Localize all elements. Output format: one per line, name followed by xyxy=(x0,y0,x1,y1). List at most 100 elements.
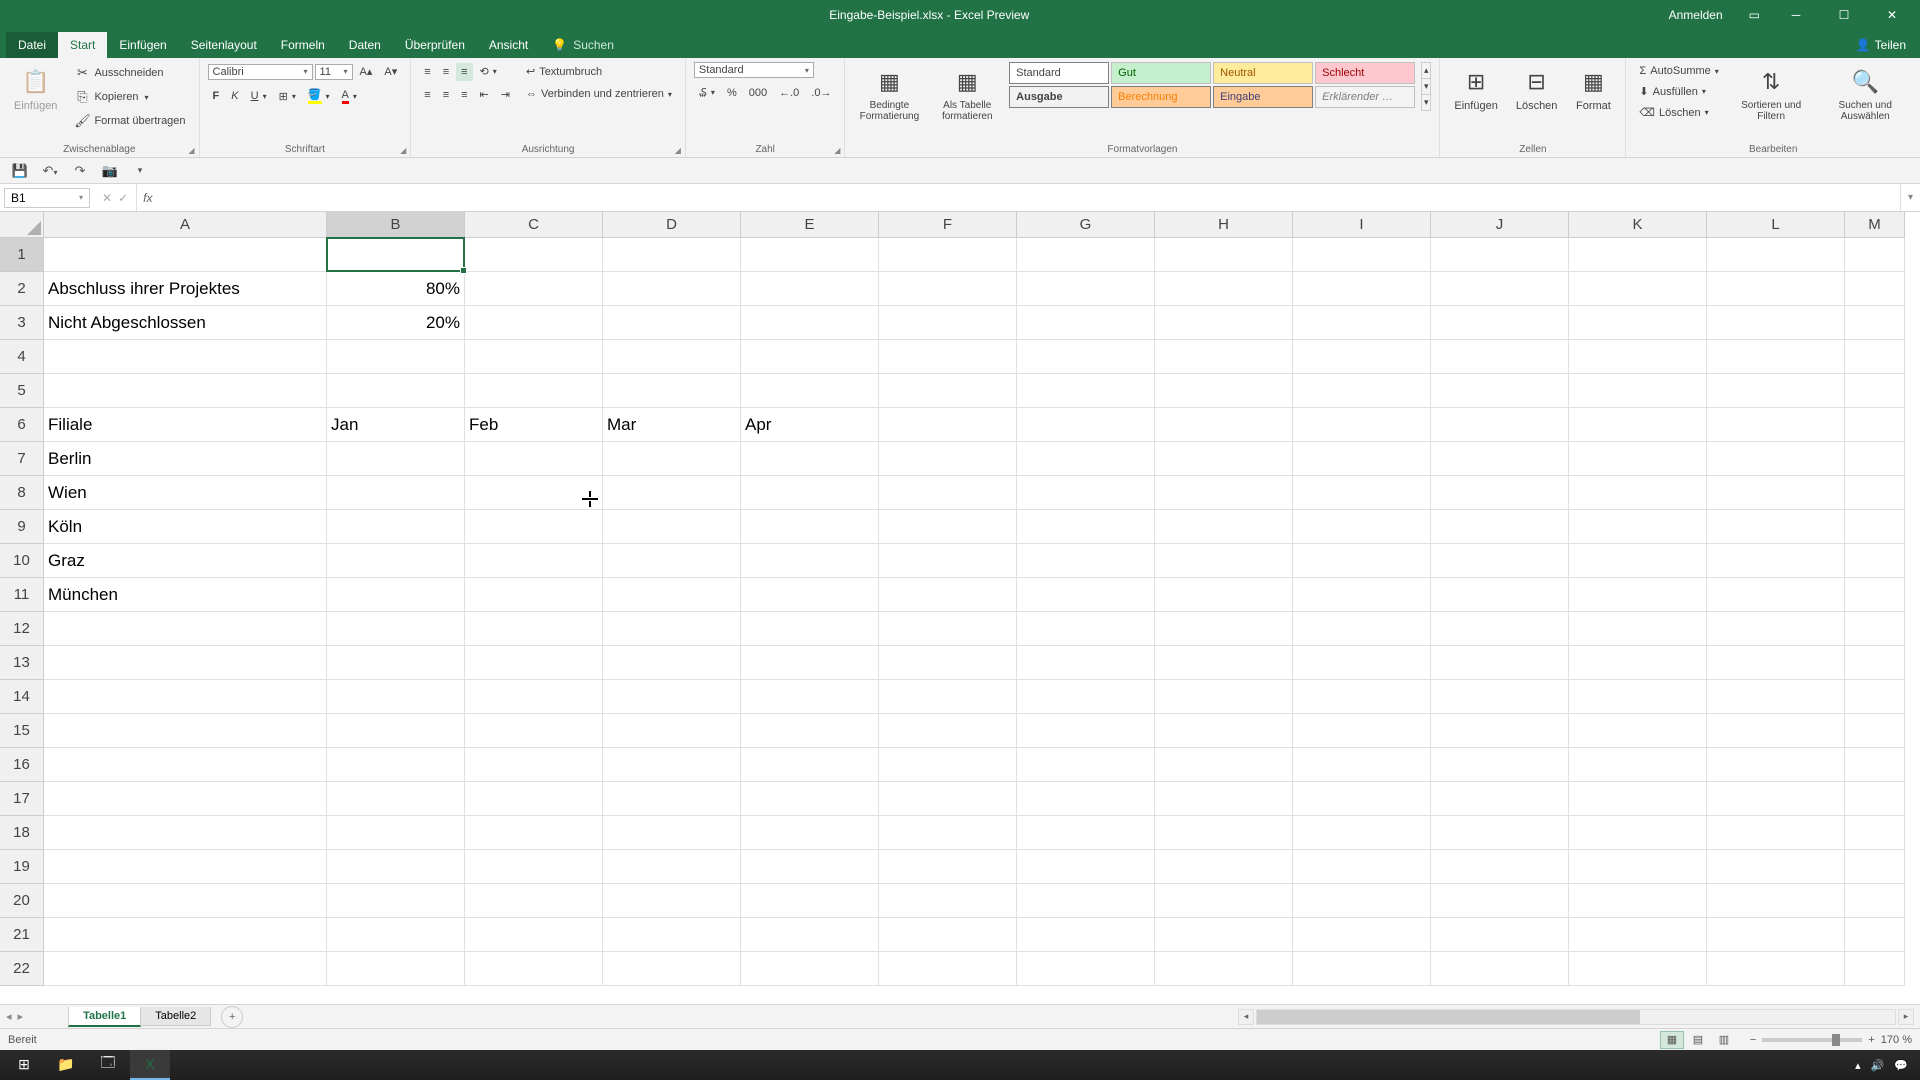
cell[interactable] xyxy=(327,476,465,510)
row-header[interactable]: 14 xyxy=(0,680,44,714)
style-eingabe[interactable]: Eingabe xyxy=(1213,86,1313,108)
column-header[interactable]: F xyxy=(879,212,1017,238)
row-header[interactable]: 19 xyxy=(0,850,44,884)
cell[interactable] xyxy=(1431,918,1569,952)
align-bottom-button[interactable]: ≡ xyxy=(456,63,472,81)
formula-input[interactable] xyxy=(158,184,1900,211)
tab-einfugen[interactable]: Einfügen xyxy=(107,32,178,58)
font-size-dropdown[interactable]: 11▾ xyxy=(315,64,353,80)
cell[interactable] xyxy=(1845,646,1905,680)
cell[interactable] xyxy=(879,510,1017,544)
cell[interactable] xyxy=(465,442,603,476)
enter-formula-button[interactable]: ✓ xyxy=(118,191,128,205)
cell[interactable] xyxy=(1845,952,1905,986)
decrease-font-button[interactable]: A▾ xyxy=(379,62,402,81)
row-header[interactable]: 7 xyxy=(0,442,44,476)
cell[interactable] xyxy=(465,510,603,544)
cell[interactable] xyxy=(327,544,465,578)
decrease-decimal-button[interactable]: .0→ xyxy=(806,84,836,102)
column-header[interactable]: A xyxy=(44,212,327,238)
insert-cells-button[interactable]: ⊞Einfügen xyxy=(1448,62,1503,116)
format-as-table-button[interactable]: ▦ Als Tabelle formatieren xyxy=(931,62,1003,126)
cell[interactable] xyxy=(603,306,741,340)
hscroll-left-button[interactable]: ◂ xyxy=(1238,1009,1254,1025)
underline-button[interactable]: U▾ xyxy=(246,87,272,105)
cell[interactable] xyxy=(879,340,1017,374)
cell[interactable] xyxy=(1017,748,1155,782)
cell[interactable] xyxy=(1569,238,1707,272)
cell[interactable] xyxy=(327,374,465,408)
cell[interactable] xyxy=(1155,238,1293,272)
increase-indent-button[interactable]: ⇥ xyxy=(496,85,515,104)
page-break-view-button[interactable]: ▥ xyxy=(1712,1031,1736,1049)
cell[interactable] xyxy=(603,374,741,408)
notifications-icon[interactable]: 💬 xyxy=(1894,1059,1908,1072)
row-header[interactable]: 22 xyxy=(0,952,44,986)
cell[interactable] xyxy=(1569,340,1707,374)
cell[interactable] xyxy=(1845,918,1905,952)
bold-button[interactable]: F xyxy=(208,87,225,105)
maximize-button[interactable]: ☐ xyxy=(1824,0,1864,30)
cell[interactable] xyxy=(1293,374,1431,408)
cell[interactable] xyxy=(327,680,465,714)
add-sheet-button[interactable]: + xyxy=(221,1006,243,1028)
cell[interactable] xyxy=(327,782,465,816)
cell[interactable] xyxy=(741,952,879,986)
cell[interactable] xyxy=(1707,510,1845,544)
cell[interactable] xyxy=(1707,680,1845,714)
cell[interactable] xyxy=(327,442,465,476)
cell[interactable] xyxy=(44,680,327,714)
cell[interactable] xyxy=(1707,544,1845,578)
cell[interactable] xyxy=(465,748,603,782)
cell[interactable] xyxy=(1431,850,1569,884)
cell[interactable] xyxy=(1293,782,1431,816)
cell[interactable] xyxy=(465,578,603,612)
cell[interactable] xyxy=(465,952,603,986)
row-header[interactable]: 6 xyxy=(0,408,44,442)
merge-center-button[interactable]: ⇔Verbinden und zentrieren▾ xyxy=(521,85,677,103)
cell[interactable]: Nicht Abgeschlossen xyxy=(44,306,327,340)
cell[interactable] xyxy=(879,306,1017,340)
cell[interactable] xyxy=(465,238,603,272)
cell[interactable] xyxy=(1569,408,1707,442)
tell-me-search[interactable]: 💡 Suchen xyxy=(540,32,626,58)
cell[interactable] xyxy=(1431,374,1569,408)
column-header[interactable]: E xyxy=(741,212,879,238)
cell[interactable] xyxy=(1017,306,1155,340)
cell[interactable] xyxy=(1017,850,1155,884)
cell[interactable] xyxy=(879,578,1017,612)
share-button[interactable]: 👤 Teilen xyxy=(1842,32,1920,58)
cell[interactable] xyxy=(44,952,327,986)
cell[interactable] xyxy=(603,952,741,986)
page-layout-view-button[interactable]: ▤ xyxy=(1686,1031,1710,1049)
cell[interactable] xyxy=(879,374,1017,408)
cell[interactable] xyxy=(44,918,327,952)
volume-icon[interactable]: 🔊 xyxy=(1871,1059,1885,1072)
cell[interactable] xyxy=(44,238,327,272)
cell[interactable]: Apr xyxy=(741,408,879,442)
cell[interactable] xyxy=(1845,272,1905,306)
cell[interactable] xyxy=(1845,408,1905,442)
normal-view-button[interactable]: ▦ xyxy=(1660,1031,1684,1049)
italic-button[interactable]: K xyxy=(226,87,243,105)
cell[interactable] xyxy=(465,476,603,510)
cell[interactable] xyxy=(1845,544,1905,578)
cell[interactable] xyxy=(1431,272,1569,306)
column-header[interactable]: I xyxy=(1293,212,1431,238)
row-header[interactable]: 20 xyxy=(0,884,44,918)
cell[interactable] xyxy=(465,680,603,714)
thousands-button[interactable]: 000 xyxy=(744,84,772,102)
cell[interactable] xyxy=(1707,850,1845,884)
close-button[interactable]: ✕ xyxy=(1872,0,1912,30)
cell[interactable] xyxy=(1707,476,1845,510)
cell[interactable] xyxy=(1431,782,1569,816)
cell[interactable] xyxy=(1845,680,1905,714)
cell[interactable] xyxy=(879,748,1017,782)
cell[interactable] xyxy=(465,884,603,918)
align-center-button[interactable]: ≡ xyxy=(438,86,454,104)
minimize-button[interactable]: ─ xyxy=(1776,0,1816,30)
cell[interactable] xyxy=(1431,510,1569,544)
file-explorer-button[interactable]: 📁 xyxy=(46,1050,86,1080)
cell[interactable] xyxy=(741,646,879,680)
style-standard[interactable]: Standard xyxy=(1009,62,1109,84)
